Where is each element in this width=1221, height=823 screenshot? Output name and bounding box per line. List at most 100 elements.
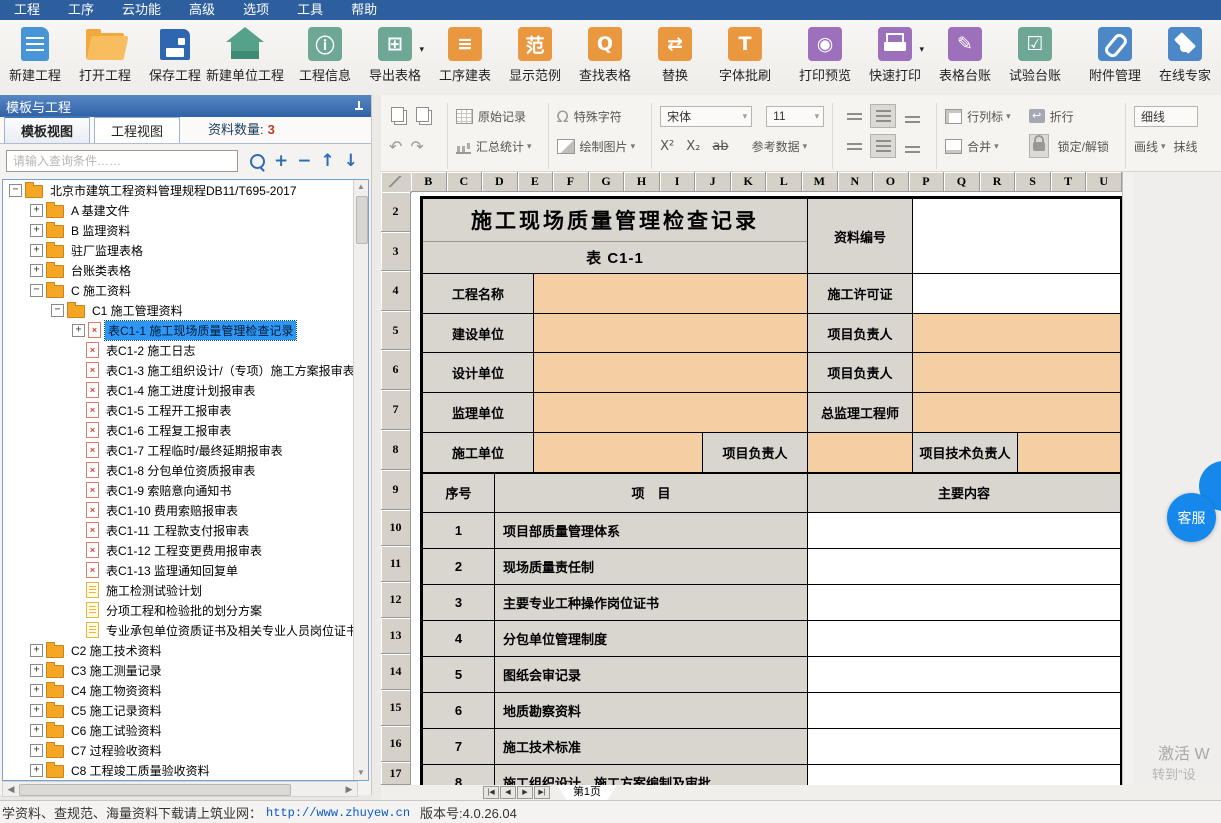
- menu-item[interactable]: 工程: [0, 0, 54, 20]
- tree-item[interactable]: ×表C1-3 施工组织设计/（专项）施工方案报审表: [3, 360, 354, 380]
- row-header-10[interactable]: 10: [381, 510, 411, 546]
- scroll-thumb[interactable]: [356, 196, 368, 244]
- find-table-button[interactable]: Q查找表格: [576, 25, 634, 84]
- tree-item[interactable]: +A 基建文件: [3, 200, 354, 220]
- move-up-button[interactable]: ↑: [321, 152, 335, 170]
- tree-item[interactable]: 专业承包单位资质证书及相关专业人员岗位证书: [3, 620, 354, 640]
- expand-node-button[interactable]: +: [274, 152, 288, 170]
- superscript-button[interactable]: X²: [660, 139, 674, 154]
- collapse-node-button[interactable]: −: [297, 152, 311, 170]
- tree-item[interactable]: ×表C1-10 费用索赔报审表: [3, 500, 354, 520]
- merge-cells-button[interactable]: 合并▾: [945, 138, 999, 155]
- next-page-button[interactable]: ▶: [517, 786, 533, 799]
- table-ledger-button[interactable]: ✎表格台账: [936, 25, 994, 84]
- align-bottom-button[interactable]: [899, 104, 925, 128]
- column-header-B[interactable]: B: [411, 172, 447, 192]
- column-header-H[interactable]: H: [624, 172, 660, 192]
- item-number-cell[interactable]: 5: [422, 656, 495, 693]
- menu-item[interactable]: 帮助: [337, 0, 391, 20]
- first-page-button[interactable]: |◀: [483, 786, 499, 799]
- special-char-button[interactable]: Ω特殊字符: [557, 107, 622, 126]
- item-name-cell[interactable]: 主要专业工种操作岗位证书: [494, 584, 808, 621]
- row-header-9[interactable]: 9: [381, 470, 411, 510]
- tree-expander-icon[interactable]: +: [30, 204, 43, 217]
- item-name-cell[interactable]: 施工组织设计、施工方案编制及审批: [494, 764, 808, 785]
- row-header-6[interactable]: 6: [381, 350, 411, 390]
- new-project-button[interactable]: 新建工程: [6, 25, 64, 84]
- scroll-up-icon[interactable]: ▲: [354, 180, 368, 194]
- form-label-cell[interactable]: 建设单位: [422, 313, 534, 353]
- tree-item[interactable]: +C2 施工技术资料: [3, 640, 354, 660]
- dropdown-arrow-icon[interactable]: ▾: [994, 141, 999, 152]
- scroll-thumb[interactable]: [19, 784, 291, 796]
- item-number-cell[interactable]: 2: [422, 548, 495, 585]
- form-title-cell[interactable]: 施工现场质量管理检查记录表 C1-1: [422, 198, 808, 274]
- font-size-select[interactable]: 11▾: [766, 106, 824, 127]
- doc-number-label-cell[interactable]: 资料编号: [807, 198, 913, 274]
- tree-item[interactable]: ×表C1-7 工程临时/最终延期报审表: [3, 440, 354, 460]
- tree-expander-icon[interactable]: +: [30, 664, 43, 677]
- tree-item[interactable]: 施工检测试验计划: [3, 580, 354, 600]
- item-content-cell[interactable]: [807, 620, 1121, 657]
- column-header-E[interactable]: E: [518, 172, 554, 192]
- tree-expander-icon[interactable]: +: [72, 324, 85, 337]
- tree-item[interactable]: ×表C1-4 施工进度计划报审表: [3, 380, 354, 400]
- export-table-button[interactable]: ⊞▾导出表格: [366, 25, 424, 84]
- item-name-cell[interactable]: 图纸会审记录: [494, 656, 808, 693]
- item-name-cell[interactable]: 项目部质量管理体系: [494, 512, 808, 549]
- form-input-cell[interactable]: [912, 352, 1121, 393]
- tree-item[interactable]: +C4 施工物资资料: [3, 680, 354, 700]
- item-content-cell[interactable]: [807, 692, 1121, 729]
- form-input-cell[interactable]: [533, 432, 703, 473]
- menu-item[interactable]: 工序: [54, 0, 108, 20]
- font-batch-brush-button[interactable]: T字体批刷: [716, 25, 774, 84]
- tree-item[interactable]: −C 施工资料: [3, 280, 354, 300]
- form-label-cell[interactable]: 项目负责人: [807, 352, 913, 393]
- sheet-tab-page1[interactable]: 第1页: [557, 785, 617, 800]
- draw-line-button[interactable]: 画线▾: [1134, 138, 1166, 155]
- form-label-cell[interactable]: 项目负责人: [702, 432, 808, 473]
- dropdown-arrow-icon[interactable]: ▾: [1161, 141, 1166, 152]
- tree-expander-icon[interactable]: +: [30, 684, 43, 697]
- form-label-cell[interactable]: 项目技术负责人: [912, 432, 1018, 473]
- tree-item[interactable]: +C3 施工测量记录: [3, 660, 354, 680]
- align-center-button[interactable]: [870, 134, 896, 158]
- open-project-button[interactable]: 打开工程: [76, 25, 134, 84]
- item-number-cell[interactable]: 7: [422, 728, 495, 765]
- form-input-cell[interactable]: [912, 273, 1121, 314]
- process-build-table-button[interactable]: ≡工序建表: [436, 25, 494, 84]
- move-down-button[interactable]: ↓: [344, 152, 358, 170]
- item-content-cell[interactable]: [807, 548, 1121, 585]
- tree-expander-icon[interactable]: −: [51, 304, 64, 317]
- tree-item[interactable]: −C1 施工管理资料: [3, 300, 354, 320]
- tree-expander-icon[interactable]: +: [30, 644, 43, 657]
- row-header-2[interactable]: 2: [381, 192, 411, 232]
- column-header-M[interactable]: M: [802, 172, 838, 192]
- tree-item[interactable]: ×表C1-6 工程复工报审表: [3, 420, 354, 440]
- project-info-button[interactable]: ⓘ工程信息: [296, 25, 354, 84]
- tree-item[interactable]: ×表C1-8 分包单位资质报审表: [3, 460, 354, 480]
- sheet-corner-cell[interactable]: [381, 172, 412, 193]
- online-expert-button[interactable]: 在线专家: [1156, 25, 1214, 84]
- scroll-down-icon[interactable]: ▼: [354, 766, 368, 780]
- tree-expander-icon[interactable]: +: [30, 264, 43, 277]
- last-page-button[interactable]: ▶|: [534, 786, 550, 799]
- tree-expander-icon[interactable]: +: [30, 764, 43, 777]
- form-input-cell[interactable]: [533, 392, 808, 433]
- tree-expander-icon[interactable]: +: [30, 224, 43, 237]
- draw-picture-button[interactable]: 绘制图片▾: [557, 138, 636, 155]
- menu-item[interactable]: 工具: [283, 0, 337, 20]
- row-header-16[interactable]: 16: [381, 726, 411, 762]
- font-name-select[interactable]: 宋体▾: [660, 106, 752, 127]
- tree-item[interactable]: +×表C1-1 施工现场质量管理检查记录: [3, 320, 354, 340]
- item-number-cell[interactable]: 8: [422, 764, 495, 785]
- row-header-4[interactable]: 4: [381, 271, 411, 311]
- item-name-cell[interactable]: 现场质量责任制: [494, 548, 808, 585]
- row-header-5[interactable]: 5: [381, 311, 411, 350]
- dropdown-arrow-icon[interactable]: ▾: [803, 141, 808, 152]
- original-record-button[interactable]: 原始记录: [456, 108, 526, 125]
- row-header-15[interactable]: 15: [381, 690, 411, 726]
- column-header-S[interactable]: S: [1015, 172, 1051, 192]
- tree-item[interactable]: ×表C1-13 监理通知回复单: [3, 560, 354, 580]
- menu-item[interactable]: 云功能: [108, 0, 175, 20]
